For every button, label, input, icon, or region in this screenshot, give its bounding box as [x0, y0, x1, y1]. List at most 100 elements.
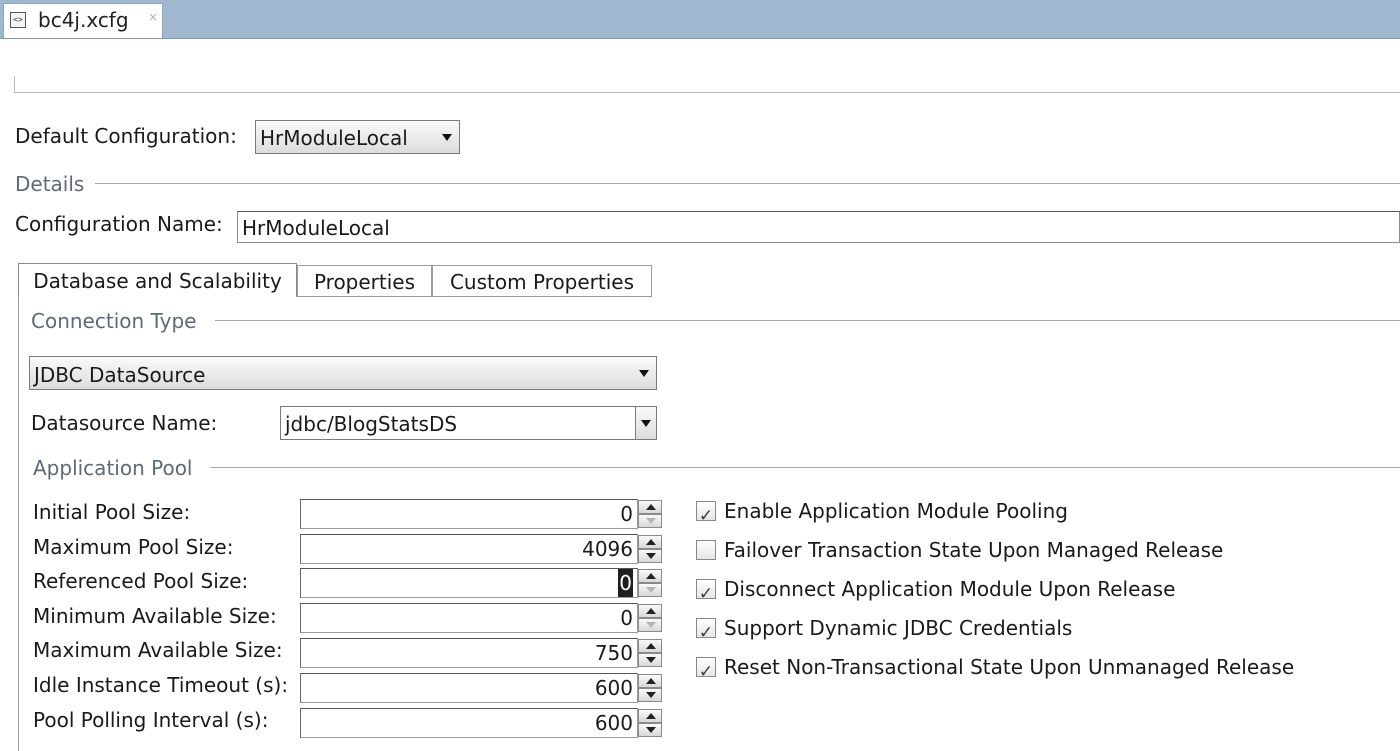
spinner-value: 0 [620, 502, 633, 526]
editor-tab-title: bc4j.xcfg [38, 8, 129, 32]
checkmark-icon: ✓ [698, 623, 714, 643]
arrow-down-icon [646, 622, 656, 628]
chevron-down-icon [641, 420, 651, 427]
arrow-up-icon [646, 643, 656, 649]
initial-pool-size-spinner[interactable] [638, 500, 662, 528]
referenced-pool-size-label: Referenced Pool Size: [33, 569, 249, 593]
arrow-down-icon [646, 587, 656, 593]
disconnect-am-upon-release-checkbox[interactable]: ✓ [696, 579, 716, 603]
enable-am-pooling-label: Enable Application Module Pooling [724, 499, 1068, 523]
increment-button[interactable] [638, 674, 662, 688]
idle-instance-timeout-spinner[interactable] [638, 674, 662, 702]
increment-button[interactable] [638, 604, 662, 618]
maximum-available-size-field[interactable]: 750 [300, 638, 638, 668]
maximum-pool-size-field[interactable]: 4096 [300, 534, 638, 564]
arrow-up-icon [646, 678, 656, 684]
spinner-value: 600 [594, 711, 633, 735]
configuration-name-label: Configuration Name: [15, 212, 223, 236]
datasource-dropdown-button[interactable] [635, 406, 657, 440]
decrement-button[interactable] [638, 549, 662, 563]
referenced-pool-size-field[interactable]: 0 [300, 568, 638, 598]
enable-am-pooling-checkbox[interactable]: ✓ [696, 501, 716, 525]
increment-button[interactable] [638, 535, 662, 549]
configuration-name-field[interactable]: HrModuleLocal [237, 211, 1400, 243]
editor-tab-bc4j[interactable]: <> bc4j.xcfg × [3, 3, 163, 38]
application-pool-section-title: Application Pool [33, 456, 203, 480]
minimum-available-size-spinner[interactable] [638, 604, 662, 632]
tab-properties[interactable]: Properties [297, 265, 432, 297]
initial-pool-size-label: Initial Pool Size: [33, 500, 191, 524]
idle-instance-timeout-field[interactable]: 600 [300, 673, 638, 703]
increment-button[interactable] [638, 709, 662, 723]
idle-instance-timeout-label: Idle Instance Timeout (s): [33, 673, 289, 697]
application-pool-divider [210, 467, 1400, 468]
configuration-name-value: HrModuleLocal [242, 216, 390, 240]
arrow-down-icon [646, 692, 656, 698]
maximum-pool-size-label: Maximum Pool Size: [33, 535, 234, 559]
tab-custom-properties[interactable]: Custom Properties [432, 265, 652, 297]
default-configuration-label: Default Configuration: [15, 124, 237, 148]
tab-row-baseline [297, 296, 652, 297]
checkmark-icon: ✓ [698, 506, 714, 526]
arrow-up-icon [646, 504, 656, 510]
tab-database-and-scalability[interactable]: Database and Scalability [18, 263, 297, 297]
close-icon[interactable]: × [148, 10, 158, 24]
dynamic-jdbc-credentials-label: Support Dynamic JDBC Credentials [724, 616, 1073, 640]
minimum-available-size-field[interactable]: 0 [300, 603, 638, 633]
referenced-pool-size-spinner[interactable] [638, 569, 662, 597]
arrow-up-icon [646, 713, 656, 719]
arrow-down-icon [646, 518, 656, 524]
decrement-button[interactable] [638, 653, 662, 667]
decrement-button[interactable] [638, 688, 662, 702]
arrow-down-icon [646, 727, 656, 733]
decrement-button[interactable] [638, 514, 662, 528]
chevron-down-icon [639, 370, 649, 377]
increment-button[interactable] [638, 500, 662, 514]
dynamic-jdbc-credentials-checkbox[interactable]: ✓ [696, 618, 716, 642]
connection-type-divider [215, 320, 1400, 321]
initial-pool-size-field[interactable]: 0 [300, 499, 638, 529]
connection-type-value: JDBC DataSource [34, 363, 206, 387]
checkmark-icon: ✓ [698, 584, 714, 604]
default-configuration-select[interactable]: HrModuleLocal [255, 120, 460, 154]
datasource-name-value: jdbc/BlogStatsDS [285, 412, 458, 436]
maximum-available-size-spinner[interactable] [638, 639, 662, 667]
failover-transaction-state-label: Failover Transaction State Upon Managed … [724, 538, 1224, 562]
default-configuration-value: HrModuleLocal [260, 126, 408, 150]
pool-polling-interval-spinner[interactable] [638, 709, 662, 737]
pool-polling-interval-field[interactable]: 600 [300, 708, 638, 738]
details-divider [95, 183, 1400, 184]
datasource-name-label: Datasource Name: [31, 411, 218, 435]
spinner-value-selected: 0 [618, 569, 633, 597]
connection-type-select[interactable]: JDBC DataSource [29, 356, 657, 390]
arrow-up-icon [646, 573, 656, 579]
decrement-button[interactable] [638, 618, 662, 632]
spinner-value: 750 [594, 641, 633, 665]
increment-button[interactable] [638, 639, 662, 653]
overview-panel [14, 76, 1400, 93]
xml-file-icon: <> [10, 12, 26, 28]
disconnect-am-upon-release-label: Disconnect Application Module Upon Relea… [724, 577, 1176, 601]
tab-body-border [18, 297, 19, 751]
reset-non-transactional-state-checkbox[interactable]: ✓ [696, 657, 716, 681]
minimum-available-size-label: Minimum Available Size: [33, 604, 277, 628]
editor-tab-strip: <> bc4j.xcfg × [0, 0, 1400, 39]
chevron-down-icon [442, 134, 452, 141]
spinner-value: 600 [594, 676, 633, 700]
arrow-up-icon [646, 539, 656, 545]
arrow-down-icon [646, 657, 656, 663]
increment-button[interactable] [638, 569, 662, 583]
decrement-button[interactable] [638, 723, 662, 737]
pool-polling-interval-label: Pool Polling Interval (s): [33, 708, 269, 732]
connection-type-section-title: Connection Type [31, 309, 207, 333]
maximum-available-size-label: Maximum Available Size: [33, 638, 283, 662]
datasource-name-combo[interactable]: jdbc/BlogStatsDS [280, 406, 657, 440]
reset-non-transactional-state-label: Reset Non-Transactional State Upon Unman… [724, 655, 1295, 679]
checkmark-icon: ✓ [698, 662, 714, 682]
arrow-up-icon [646, 608, 656, 614]
failover-transaction-state-checkbox[interactable] [696, 540, 716, 560]
spinner-value: 4096 [582, 537, 633, 561]
decrement-button[interactable] [638, 583, 662, 597]
maximum-pool-size-spinner[interactable] [638, 535, 662, 563]
details-section-title: Details [15, 172, 95, 196]
